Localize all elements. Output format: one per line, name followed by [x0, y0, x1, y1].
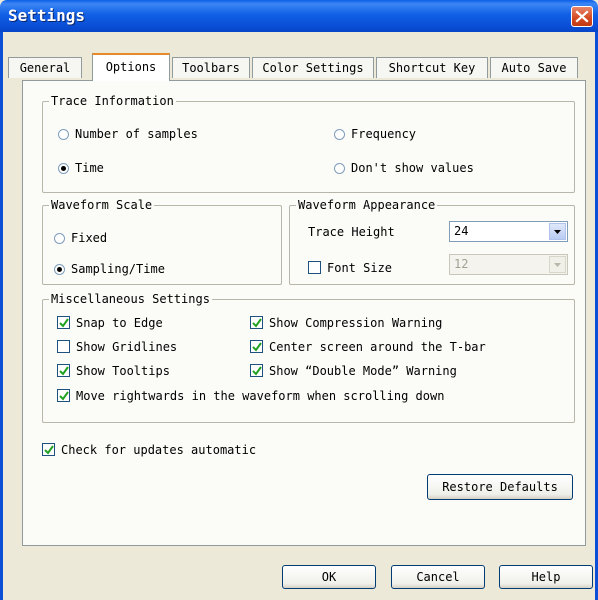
checkbox-checked[interactable]: [250, 364, 263, 377]
radio-number-of-samples-label: Number of samples: [75, 127, 198, 141]
title-bar[interactable]: Settings: [0, 0, 598, 32]
center-screen-label: Center screen around the T-bar: [269, 340, 486, 354]
dropdown-arrow[interactable]: [549, 223, 566, 240]
checkbox-unchecked[interactable]: [308, 261, 321, 274]
help-button[interactable]: Help: [499, 565, 593, 589]
restore-defaults-button[interactable]: Restore Defaults: [427, 474, 573, 500]
waveform-scale-legend: Waveform Scale: [51, 198, 153, 212]
trace-height-select[interactable]: 24: [449, 221, 568, 242]
radio-frequency-label: Frequency: [351, 127, 417, 141]
font-size-checkbox[interactable]: Font Size: [308, 261, 392, 275]
ok-button[interactable]: OK: [282, 565, 376, 589]
check-updates-checkbox[interactable]: Check for updates automatic: [42, 443, 256, 457]
radio-frequency[interactable]: Frequency: [334, 127, 416, 141]
chevron-down-icon: [554, 230, 561, 234]
checkmark-icon: [252, 318, 262, 328]
options-panel: Trace Information Number of samples Freq…: [22, 80, 586, 546]
radio-button-selected[interactable]: [54, 264, 65, 275]
radio-time-label: Time: [75, 161, 104, 175]
tab-color-settings-label: Color Settings: [262, 61, 364, 75]
tab-shortcut-key[interactable]: Shortcut Key: [376, 57, 488, 78]
font-size-label: Font Size: [327, 261, 393, 275]
checkbox-checked[interactable]: [42, 443, 55, 456]
trace-height-value: 24: [454, 224, 469, 238]
show-tooltips-label: Show Tooltips: [76, 364, 170, 378]
snap-to-edge-label: Snap to Edge: [76, 316, 163, 330]
checkmark-icon: [59, 391, 69, 401]
miscellaneous-settings-group: Miscellaneous Settings: [42, 293, 575, 423]
center-screen-checkbox[interactable]: Center screen around the T-bar: [250, 340, 486, 354]
radio-sampling-time-label: Sampling/Time: [71, 262, 165, 276]
radio-time[interactable]: Time: [58, 161, 104, 175]
show-gridlines-label: Show Gridlines: [76, 340, 178, 354]
tab-toolbars-label: Toolbars: [182, 61, 240, 75]
tab-auto-save[interactable]: Auto Save: [490, 57, 578, 78]
cancel-button[interactable]: Cancel: [391, 565, 485, 589]
radio-sampling-time[interactable]: Sampling/Time: [54, 262, 165, 276]
radio-number-of-samples[interactable]: Number of samples: [58, 127, 198, 141]
radio-button[interactable]: [58, 129, 69, 140]
chevron-down-icon: [554, 263, 561, 267]
tab-options[interactable]: Options: [92, 53, 170, 81]
trace-information-group: Trace Information: [42, 95, 575, 193]
radio-button[interactable]: [334, 163, 345, 174]
double-mode-warning-label: Show “Double Mode” Warning: [269, 364, 457, 378]
tab-toolbars[interactable]: Toolbars: [172, 57, 250, 78]
checkbox-checked[interactable]: [250, 316, 263, 329]
snap-to-edge-checkbox[interactable]: Snap to Edge: [57, 316, 163, 330]
font-size-select: 12: [449, 254, 568, 275]
radio-button-selected[interactable]: [58, 163, 69, 174]
checkmark-icon: [252, 366, 262, 376]
tab-general-label: General: [19, 61, 71, 75]
checkbox-checked[interactable]: [57, 364, 70, 377]
checkbox-checked[interactable]: [57, 389, 70, 402]
checkmark-icon: [59, 366, 69, 376]
window-title: Settings: [8, 6, 86, 25]
tab-options-label: Options: [105, 60, 157, 74]
trace-information-legend: Trace Information: [51, 94, 174, 108]
font-size-value: 12: [454, 257, 469, 271]
waveform-appearance-legend: Waveform Appearance: [298, 198, 436, 212]
check-updates-label: Check for updates automatic: [61, 443, 257, 457]
tab-shortcut-key-label: Shortcut Key: [388, 61, 476, 75]
double-mode-warning-checkbox[interactable]: Show “Double Mode” Warning: [250, 364, 457, 378]
show-gridlines-checkbox[interactable]: Show Gridlines: [57, 340, 177, 354]
checkmark-icon: [252, 342, 262, 352]
radio-dont-show-values-label: Don't show values: [351, 161, 474, 175]
miscellaneous-settings-legend: Miscellaneous Settings: [51, 292, 210, 306]
checkbox-checked[interactable]: [57, 316, 70, 329]
move-rightwards-label: Move rightwards in the waveform when scr…: [76, 389, 445, 403]
radio-dont-show-values[interactable]: Don't show values: [334, 161, 474, 175]
checkbox-checked[interactable]: [250, 340, 263, 353]
tab-auto-save-label: Auto Save: [501, 61, 567, 75]
tab-color-settings[interactable]: Color Settings: [252, 57, 374, 78]
checkmark-icon: [44, 445, 54, 455]
trace-height-label: Trace Height: [308, 225, 395, 239]
close-button[interactable]: [571, 6, 593, 27]
show-tooltips-checkbox[interactable]: Show Tooltips: [57, 364, 170, 378]
dropdown-arrow: [549, 256, 566, 273]
radio-fixed-label: Fixed: [71, 231, 108, 245]
radio-fixed[interactable]: Fixed: [54, 231, 107, 245]
radio-button[interactable]: [334, 129, 345, 140]
show-compression-warning-label: Show Compression Warning: [269, 316, 443, 330]
show-compression-warning-checkbox[interactable]: Show Compression Warning: [250, 316, 442, 330]
tab-strip: General Options Toolbars Color Settings …: [8, 53, 592, 81]
close-icon: [575, 10, 589, 23]
checkmark-icon: [59, 318, 69, 328]
tab-general[interactable]: General: [8, 57, 82, 78]
checkbox-unchecked[interactable]: [57, 340, 70, 353]
radio-button[interactable]: [54, 233, 65, 244]
move-rightwards-checkbox[interactable]: Move rightwards in the waveform when scr…: [57, 389, 444, 403]
